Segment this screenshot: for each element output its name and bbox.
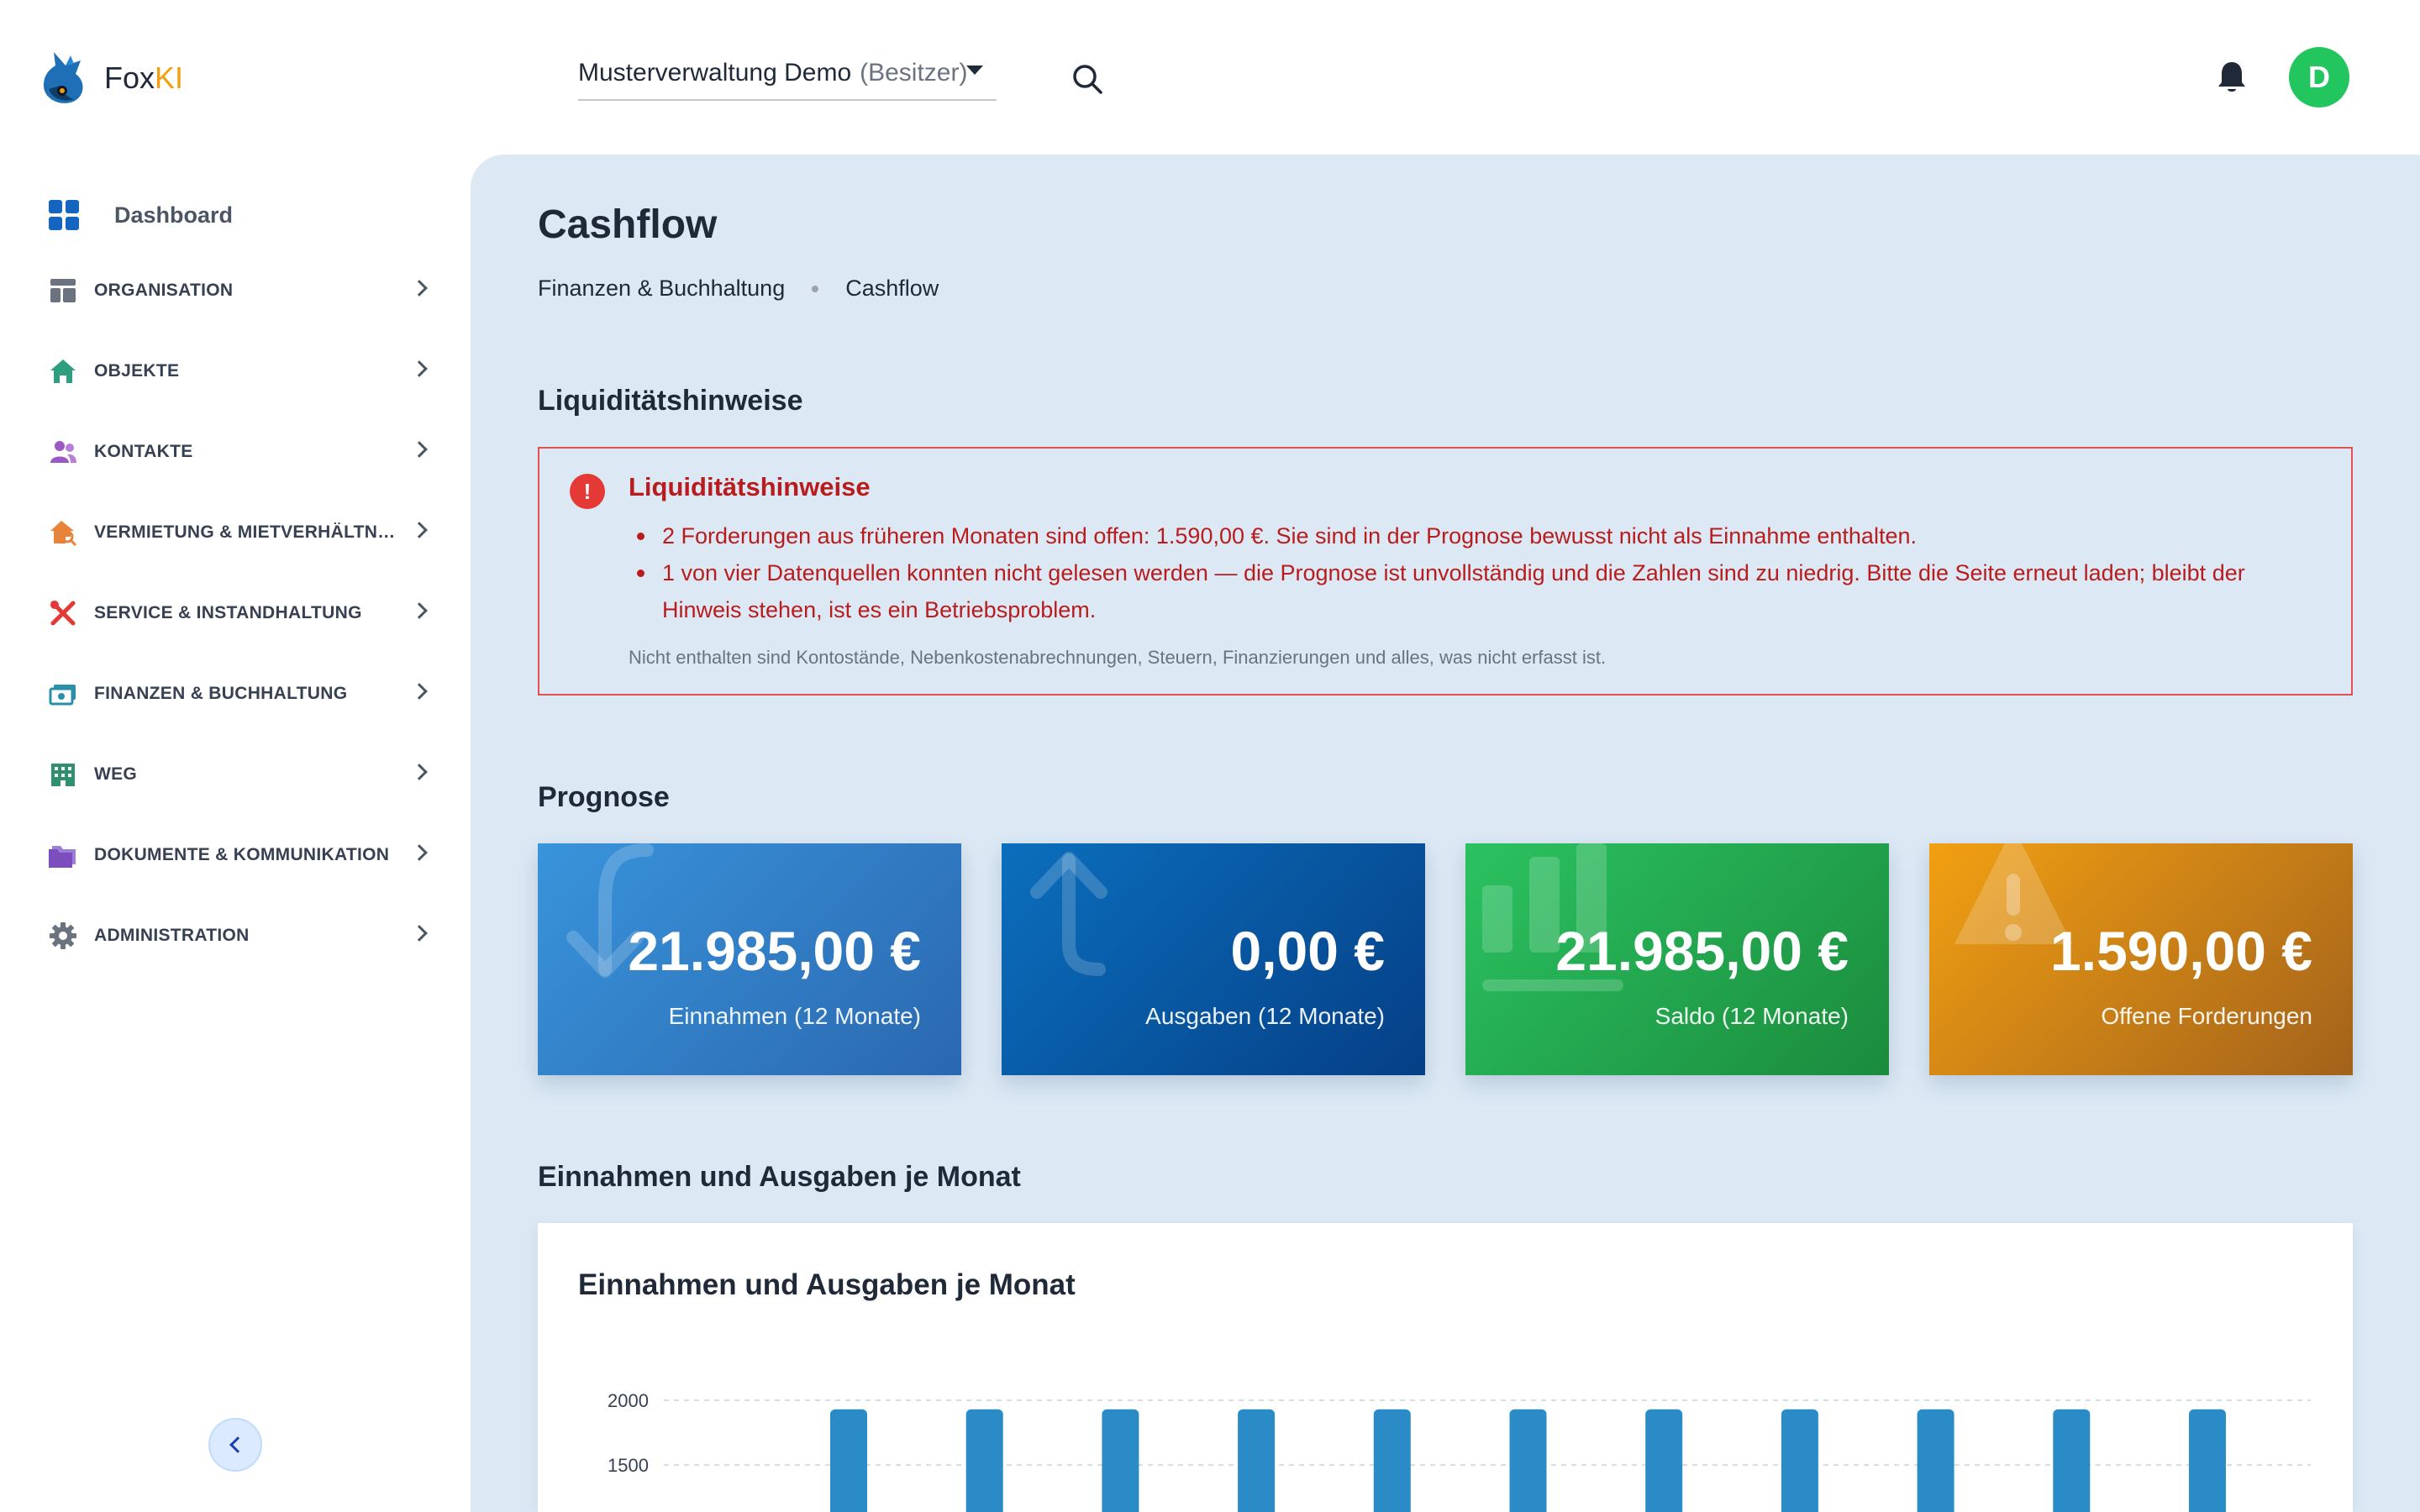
sidebar-collapse-button[interactable] bbox=[208, 1418, 262, 1472]
sidebar-item-label: WEG bbox=[94, 764, 138, 784]
y-tick-label: 1500 bbox=[608, 1455, 649, 1476]
logo[interactable]: FoxKI bbox=[37, 49, 183, 108]
folder-icon bbox=[49, 846, 76, 868]
arrow-up-icon bbox=[1030, 852, 1107, 976]
sidebar-item-dokumente[interactable]: DOKUMENTE & KOMMUNIKATION bbox=[47, 830, 428, 880]
bar[interactable] bbox=[1917, 1409, 1954, 1512]
kpi-receivables-card: 1.590,00 € Offene Forderungen bbox=[1929, 843, 2353, 1075]
chevron-right-icon bbox=[411, 522, 428, 538]
kpi-label: Offene Forderungen bbox=[2101, 1003, 2312, 1029]
sidebar-item-dashboard[interactable]: Dashboard bbox=[47, 185, 233, 245]
sidebar-item-kontakte[interactable]: KONTAKTE bbox=[47, 427, 428, 477]
kpi-value: 21.985,00 € bbox=[628, 920, 921, 982]
y-tick-label: 2000 bbox=[608, 1390, 649, 1411]
forecast-section-title: Prognose bbox=[538, 781, 670, 813]
sidebar-item-label: SERVICE & INSTANDHALTUNG bbox=[94, 603, 362, 622]
sidebar-item-administration[interactable]: ADMINISTRATION bbox=[47, 911, 428, 961]
chevron-right-icon bbox=[411, 360, 428, 377]
layout-icon bbox=[50, 279, 76, 302]
bar[interactable] bbox=[1781, 1409, 1818, 1512]
liquidity-alert: ! Liquiditätshinweise 2 Forderungen aus … bbox=[538, 447, 2353, 696]
kpi-balance-card: 21.985,00 € Saldo (12 Monate) bbox=[1465, 843, 1889, 1075]
tenant-select[interactable]: Musterverwaltung Demo (Besitzer) bbox=[578, 47, 997, 101]
bar[interactable] bbox=[2189, 1409, 2226, 1512]
main-content: Cashflow Finanzen & Buchhaltung Cashflow… bbox=[471, 155, 2420, 1512]
gear-icon bbox=[50, 922, 76, 949]
chevron-right-icon bbox=[411, 602, 428, 619]
monthly-bar-chart: 1500 2000 bbox=[608, 1390, 2311, 1512]
monthly-section-title: Einnahmen und Ausgaben je Monat bbox=[538, 1161, 1021, 1193]
top-header: FoxKI Musterverwaltung Demo (Besitzer) D bbox=[0, 0, 2420, 155]
kpi-value: 21.985,00 € bbox=[1555, 920, 1849, 982]
bar[interactable] bbox=[1238, 1409, 1276, 1512]
chevron-right-icon bbox=[411, 683, 428, 700]
chevron-right-icon bbox=[411, 764, 428, 780]
chevron-right-icon bbox=[411, 925, 428, 942]
brand-name: FoxKI bbox=[104, 60, 184, 95]
tools-icon bbox=[50, 601, 76, 626]
bar[interactable] bbox=[965, 1409, 1003, 1512]
kpi-label: Ausgaben (12 Monate) bbox=[1145, 1003, 1385, 1029]
bell-icon[interactable] bbox=[2215, 59, 2249, 96]
bar[interactable] bbox=[1102, 1409, 1139, 1512]
alert-item: 2 Forderungen aus früheren Monaten sind … bbox=[629, 517, 2326, 554]
sidebar-item-label: ORGANISATION bbox=[94, 281, 234, 300]
bar[interactable] bbox=[830, 1409, 867, 1512]
kpi-label: Saldo (12 Monate) bbox=[1655, 1003, 1849, 1029]
monthly-chart-card: Einnahmen und Ausgaben je Monat 1500 2000 bbox=[538, 1223, 2353, 1512]
sidebar-item-objekte[interactable]: OBJEKTE bbox=[47, 346, 428, 396]
house-icon bbox=[50, 360, 76, 383]
sidebar-item-label: Dashboard bbox=[114, 202, 234, 228]
sidebar-item-vermietung[interactable]: VERMIETUNG & MIETVERHÄLTNISSE bbox=[47, 507, 428, 558]
forecast-cards: 21.985,00 € Einnahmen (12 Monate) 0,00 €… bbox=[538, 843, 2353, 1075]
alert-list: 2 Forderungen aus früheren Monaten sind … bbox=[629, 517, 2326, 628]
alert-circle-icon: ! bbox=[570, 474, 605, 509]
alert-note: Nicht enthalten sind Kontostände, Nebenk… bbox=[629, 647, 1607, 668]
sidebar-item-service[interactable]: SERVICE & INSTANDHALTUNG bbox=[47, 588, 428, 638]
alert-item: 1 von vier Datenquellen konnten nicht ge… bbox=[629, 554, 2326, 628]
sidebar-item-organisation[interactable]: ORGANISATION bbox=[47, 265, 428, 316]
tenant-role: (Besitzer) bbox=[860, 59, 968, 87]
page-title: Cashflow bbox=[538, 202, 718, 247]
chevron-left-icon bbox=[229, 1436, 246, 1453]
sidebar-item-weg[interactable]: WEG bbox=[47, 749, 428, 800]
kpi-value: 1.590,00 € bbox=[2050, 920, 2312, 982]
liquidity-section-title: Liquiditätshinweise bbox=[538, 385, 803, 417]
kpi-label: Einnahmen (12 Monate) bbox=[668, 1003, 921, 1029]
bar[interactable] bbox=[1509, 1409, 1547, 1512]
chevron-right-icon bbox=[411, 441, 428, 458]
sidebar-item-label: ADMINISTRATION bbox=[94, 926, 250, 945]
alert-title: Liquiditätshinweise bbox=[629, 472, 871, 501]
kpi-value: 0,00 € bbox=[1230, 920, 1386, 982]
sidebar: Dashboard ORGANISATION OBJEKTE KONTAKTE … bbox=[0, 155, 471, 1512]
search-icon[interactable] bbox=[1069, 60, 1106, 97]
sidebar-item-label: DOKUMENTE & KOMMUNIKATION bbox=[94, 845, 390, 864]
bar[interactable] bbox=[1645, 1409, 1683, 1512]
fox-logo-icon bbox=[44, 52, 83, 103]
kpi-income-card: 21.985,00 € Einnahmen (12 Monate) bbox=[538, 843, 961, 1075]
money-icon bbox=[49, 685, 76, 706]
sidebar-item-label: FINANZEN & BUCHHALTUNG bbox=[94, 684, 348, 703]
users-icon bbox=[50, 441, 76, 463]
chevron-right-icon bbox=[411, 844, 428, 861]
building-icon bbox=[51, 764, 75, 786]
sidebar-item-label: KONTAKTE bbox=[94, 442, 193, 461]
home-search-icon bbox=[50, 521, 77, 547]
sidebar-item-label: OBJEKTE bbox=[94, 361, 180, 381]
caret-down-icon bbox=[966, 66, 983, 75]
breadcrumb-separator bbox=[812, 285, 819, 292]
tenant-name: Musterverwaltung Demo bbox=[578, 59, 852, 87]
kpi-expenses-card: 0,00 € Ausgaben (12 Monate) bbox=[1002, 843, 1425, 1075]
bar[interactable] bbox=[1373, 1409, 1411, 1512]
breadcrumb: Finanzen & Buchhaltung Cashflow bbox=[538, 276, 939, 302]
dashboard-grid-icon bbox=[49, 200, 79, 230]
user-avatar[interactable]: D bbox=[2289, 47, 2349, 108]
chevron-right-icon bbox=[411, 280, 428, 297]
breadcrumb-item-finanzen[interactable]: Finanzen & Buchhaltung bbox=[538, 276, 785, 302]
sidebar-item-finanzen[interactable]: FINANZEN & BUCHHALTUNG bbox=[47, 669, 428, 719]
bar[interactable] bbox=[2053, 1409, 2091, 1512]
breadcrumb-item-cashflow: Cashflow bbox=[845, 276, 939, 301]
sidebar-item-label: VERMIETUNG & MIETVERHÄLTNISSE bbox=[94, 522, 397, 542]
